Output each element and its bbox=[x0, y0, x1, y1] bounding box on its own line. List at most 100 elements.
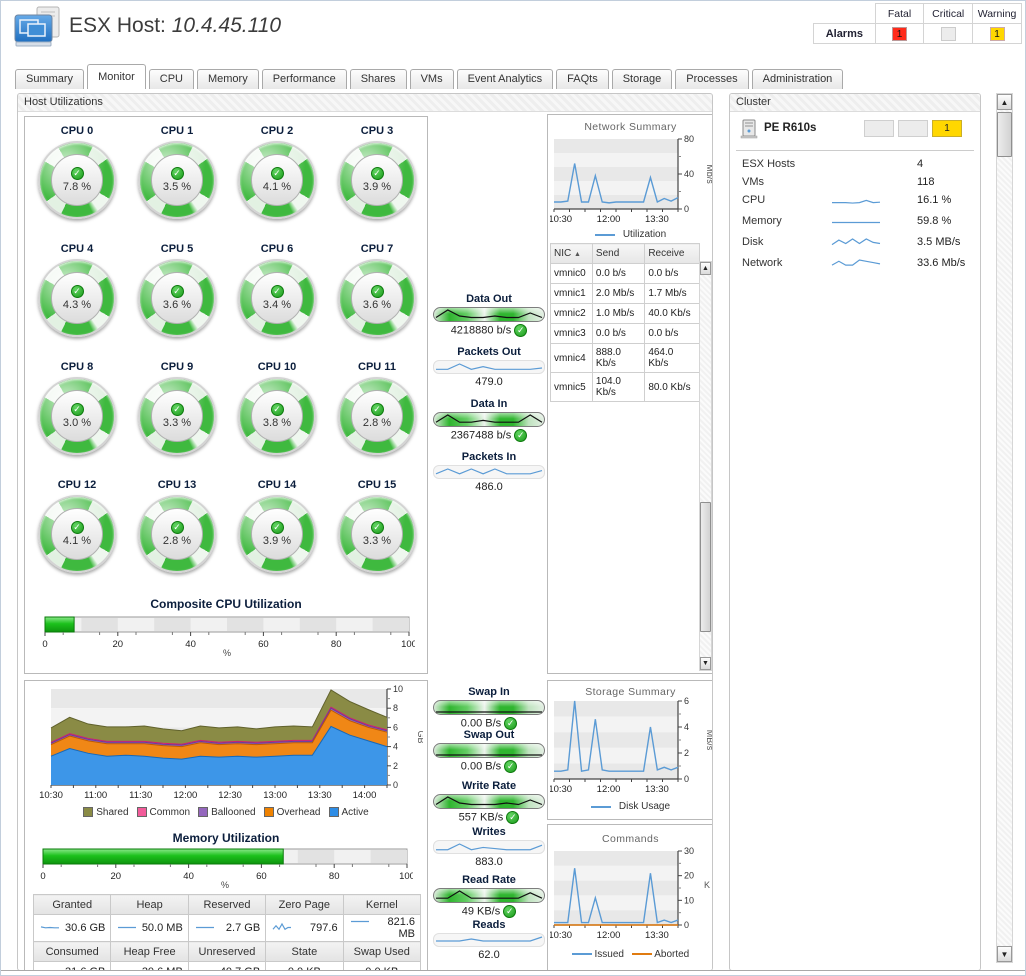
cpu-dial-6[interactable]: CPU 6✓3.4 % bbox=[227, 237, 327, 355]
nic-row-vmnic4[interactable]: vmnic4888.0 Kb/s464.0 Kb/s bbox=[551, 344, 700, 373]
nic-row-vmnic3[interactable]: vmnic30.0 b/s0.0 b/s bbox=[551, 324, 700, 344]
packets-out-gauge[interactable]: Packets Out 479.0 bbox=[432, 346, 546, 388]
packets-in-sparkline[interactable] bbox=[433, 465, 545, 479]
tab-storage[interactable]: Storage bbox=[612, 69, 673, 89]
commands-chart[interactable]: 010203010:3012:0013:30K bbox=[550, 847, 712, 948]
cluster-critical-box[interactable] bbox=[898, 120, 928, 137]
reads-gauge[interactable]: Reads 62.0 bbox=[432, 919, 546, 961]
scroll-thumb[interactable] bbox=[700, 502, 711, 632]
main-scrollbar[interactable]: ▲ ▼ bbox=[996, 93, 1013, 963]
cluster-name[interactable]: PE R610s bbox=[764, 122, 816, 134]
tab-processes[interactable]: Processes bbox=[675, 69, 748, 89]
cpu-dial-1[interactable]: CPU 1✓3.5 % bbox=[127, 119, 227, 237]
cpu-9-gauge[interactable]: ✓3.3 % bbox=[138, 377, 216, 455]
cpu-dial-4[interactable]: CPU 4✓4.3 % bbox=[27, 237, 127, 355]
cpu-dial-10[interactable]: CPU 10✓3.8 % bbox=[227, 355, 327, 473]
cluster-row-disk[interactable]: Disk 3.5 MB/s bbox=[730, 234, 980, 255]
cluster-row-esx-hosts[interactable]: ESX Hosts 4 bbox=[730, 156, 980, 174]
tab-monitor[interactable]: Monitor bbox=[87, 64, 146, 89]
receive-col-header[interactable]: Receive bbox=[645, 244, 700, 264]
tab-faqts[interactable]: FAQts bbox=[556, 69, 609, 89]
cpu-dial-15[interactable]: CPU 15✓3.3 % bbox=[327, 473, 427, 591]
tab-cpu[interactable]: CPU bbox=[149, 69, 194, 89]
writes-gauge[interactable]: Writes 883.0 bbox=[432, 826, 546, 868]
read-rate-bar[interactable] bbox=[433, 888, 545, 903]
reads-sparkline[interactable] bbox=[433, 933, 545, 947]
cluster-row-network[interactable]: Network 33.6 Mb/s bbox=[730, 255, 980, 276]
fatal-alarm-count[interactable]: 1 bbox=[892, 27, 907, 41]
nic-row-vmnic2[interactable]: vmnic21.0 Mb/s40.0 Kb/s bbox=[551, 304, 700, 324]
cpu-12-gauge[interactable]: ✓4.1 % bbox=[38, 495, 116, 573]
cpu-dial-3[interactable]: CPU 3✓3.9 % bbox=[327, 119, 427, 237]
data-out-bar[interactable] bbox=[433, 307, 545, 322]
tab-performance[interactable]: Performance bbox=[262, 69, 347, 89]
memory-breakdown-chart[interactable]: 024681010:3011:0011:3012:0012:3013:0013:… bbox=[31, 685, 423, 808]
swap-out-bar[interactable] bbox=[433, 743, 545, 758]
tab-event-analytics[interactable]: Event Analytics bbox=[457, 69, 554, 89]
cpu-dial-5[interactable]: CPU 5✓3.6 % bbox=[127, 237, 227, 355]
cluster-warning-box[interactable]: 1 bbox=[932, 120, 962, 137]
critical-alarm-count[interactable] bbox=[941, 27, 956, 41]
cluster-fatal-box[interactable] bbox=[864, 120, 894, 137]
cpu-3-gauge[interactable]: ✓3.9 % bbox=[338, 141, 416, 219]
cpu-10-gauge[interactable]: ✓3.8 % bbox=[238, 377, 316, 455]
data-in-gauge[interactable]: Data In 2367488 b/s ✓ bbox=[432, 398, 546, 442]
cluster-row-cpu[interactable]: CPU 16.1 % bbox=[730, 192, 980, 213]
tab-shares[interactable]: Shares bbox=[350, 69, 407, 89]
cpu-14-gauge[interactable]: ✓3.9 % bbox=[238, 495, 316, 573]
data-in-bar[interactable] bbox=[433, 412, 545, 427]
tab-administration[interactable]: Administration bbox=[752, 69, 844, 89]
cpu-11-gauge[interactable]: ✓2.8 % bbox=[338, 377, 416, 455]
packets-out-sparkline[interactable] bbox=[433, 360, 545, 374]
cpu-4-gauge[interactable]: ✓4.3 % bbox=[38, 259, 116, 337]
scroll-up-button[interactable]: ▲ bbox=[997, 94, 1012, 110]
cpu-dial-12[interactable]: CPU 12✓4.1 % bbox=[27, 473, 127, 591]
scroll-down-button[interactable]: ▼ bbox=[700, 657, 711, 670]
swap-in-gauge[interactable]: Swap In 0.00 B/s ✓ bbox=[432, 686, 546, 730]
write-rate-bar[interactable] bbox=[433, 794, 545, 809]
writes-sparkline[interactable] bbox=[433, 840, 545, 854]
nic-table-scrollbar[interactable]: ▲ ▼ bbox=[699, 261, 712, 671]
scroll-thumb[interactable] bbox=[997, 112, 1012, 157]
network-summary-chart[interactable]: 0408010:3012:0013:30Mb/s bbox=[550, 135, 712, 232]
scroll-down-button[interactable]: ▼ bbox=[997, 946, 1012, 962]
cpu-6-gauge[interactable]: ✓3.4 % bbox=[238, 259, 316, 337]
cpu-0-gauge[interactable]: ✓7.8 % bbox=[38, 141, 116, 219]
cpu-5-gauge[interactable]: ✓3.6 % bbox=[138, 259, 216, 337]
tab-summary[interactable]: Summary bbox=[15, 69, 84, 89]
nic-row-vmnic1[interactable]: vmnic12.0 Mb/s1.7 Mb/s bbox=[551, 284, 700, 304]
cluster-row-vms[interactable]: VMs 118 bbox=[730, 174, 980, 192]
nic-row-vmnic5[interactable]: vmnic5104.0 Kb/s80.0 Kb/s bbox=[551, 373, 700, 402]
storage-summary-chart[interactable]: 024610:3012:0013:30MB/s bbox=[550, 697, 712, 802]
cpu-dial-8[interactable]: CPU 8✓3.0 % bbox=[27, 355, 127, 473]
send-col-header[interactable]: Send bbox=[592, 244, 644, 264]
write-rate-gauge[interactable]: Write Rate 557 KB/s ✓ bbox=[432, 780, 546, 824]
cpu-1-gauge[interactable]: ✓3.5 % bbox=[138, 141, 216, 219]
cpu-dial-7[interactable]: CPU 7✓3.6 % bbox=[327, 237, 427, 355]
packets-in-gauge[interactable]: Packets In 486.0 bbox=[432, 451, 546, 493]
nic-row-vmnic0[interactable]: vmnic00.0 b/s0.0 b/s bbox=[551, 264, 700, 284]
cpu-2-gauge[interactable]: ✓4.1 % bbox=[238, 141, 316, 219]
tab-vms[interactable]: VMs bbox=[410, 69, 454, 89]
nic-col-header[interactable]: NIC ▲ bbox=[551, 244, 593, 264]
tab-memory[interactable]: Memory bbox=[197, 69, 259, 89]
cluster-name-row[interactable]: PE R610s 1 bbox=[730, 118, 980, 144]
composite-cpu-bar-chart[interactable]: 020406080100% bbox=[39, 615, 415, 662]
data-out-gauge[interactable]: Data Out 4218880 b/s ✓ bbox=[432, 293, 546, 337]
cpu-dial-14[interactable]: CPU 14✓3.9 % bbox=[227, 473, 327, 591]
cluster-row-memory[interactable]: Memory 59.8 % bbox=[730, 213, 980, 234]
cpu-13-gauge[interactable]: ✓2.8 % bbox=[138, 495, 216, 573]
swap-out-gauge[interactable]: Swap Out 0.00 B/s ✓ bbox=[432, 729, 546, 773]
cpu-7-gauge[interactable]: ✓3.6 % bbox=[338, 259, 416, 337]
read-rate-gauge[interactable]: Read Rate 49 KB/s ✓ bbox=[432, 874, 546, 918]
warning-alarm-count[interactable]: 1 bbox=[990, 27, 1005, 41]
scroll-up-button[interactable]: ▲ bbox=[700, 262, 711, 275]
cpu-dial-13[interactable]: CPU 13✓2.8 % bbox=[127, 473, 227, 591]
cpu-dial-9[interactable]: CPU 9✓3.3 % bbox=[127, 355, 227, 473]
swap-in-bar[interactable] bbox=[433, 700, 545, 715]
cpu-8-gauge[interactable]: ✓3.0 % bbox=[38, 377, 116, 455]
cpu-15-gauge[interactable]: ✓3.3 % bbox=[338, 495, 416, 573]
memory-utilization-bar-chart[interactable]: 020406080100% bbox=[37, 847, 413, 894]
cpu-dial-2[interactable]: CPU 2✓4.1 % bbox=[227, 119, 327, 237]
cpu-dial-0[interactable]: CPU 0✓7.8 % bbox=[27, 119, 127, 237]
